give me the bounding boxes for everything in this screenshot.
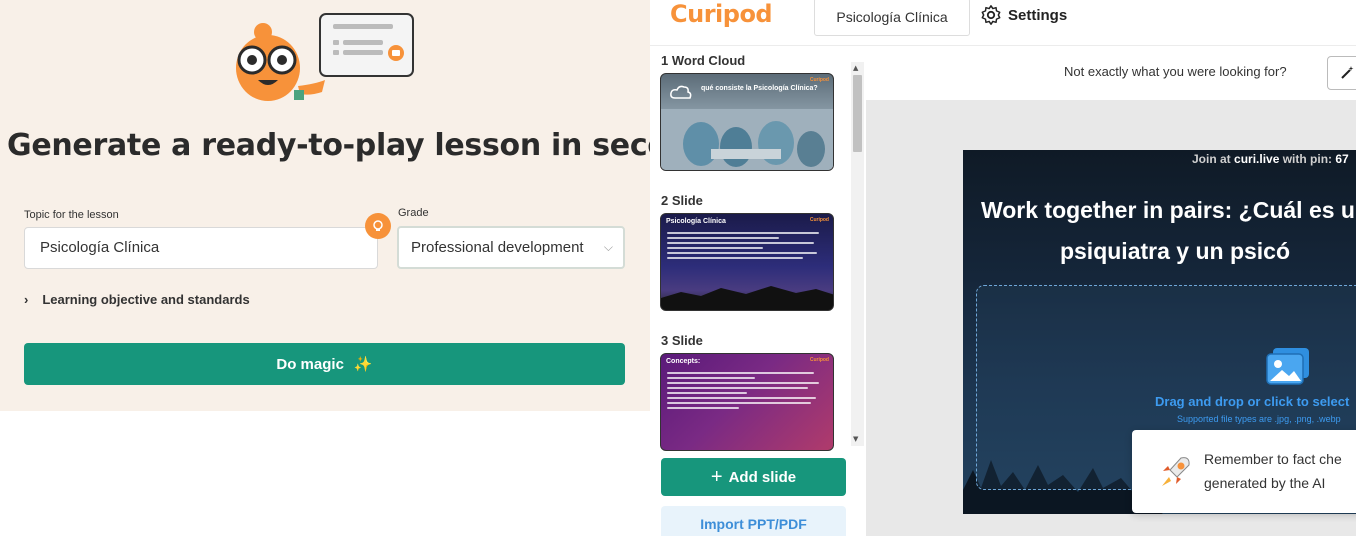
magic-wand-icon [1341,66,1354,79]
slide-2-text-lines [667,232,827,262]
grade-label: Grade [398,207,429,219]
regenerate-prompt: Not exactly what you were looking for? [1064,64,1287,79]
chevron-down-icon: ⌵ [603,240,613,254]
slide-2-label: 2 Slide [661,193,703,208]
page-title: Generate a ready-to-play lesson in secon… [7,128,728,163]
scroll-up-arrow-icon[interactable]: ▲ [853,64,858,72]
lightbulb-icon[interactable] [365,213,391,239]
dropzone-label: Drag and drop or click to select [1155,394,1350,409]
slide-thumbnail-2[interactable]: Psicología Clínica Curipod [660,213,834,311]
objective-label: Learning objective and standards [42,292,250,307]
import-ppt-pdf-button[interactable]: Import PPT/PDF [661,506,846,536]
learning-objective-toggle[interactable]: › Learning objective and standards [24,292,250,307]
join-pin-text: Join at curi.live with pin: 67 [1192,152,1349,166]
rocket-icon [1162,457,1190,486]
slide-2-title: Psicología Clínica [666,218,726,225]
curipod-logo[interactable]: Curipod [670,0,773,28]
do-magic-button[interactable]: Do magic ✨ [24,343,625,385]
magic-button-label: Do magic [276,355,344,373]
slide-3-text-lines [667,372,827,412]
image-upload-icon [1266,348,1309,385]
dropzone-filetypes: Supported file types are .jpg, .png, .we… [1177,414,1341,424]
mascot-illustration [236,13,414,101]
topic-input[interactable]: Psicología Clínica [24,227,378,269]
settings-label: Settings [1008,6,1068,24]
slide-brand: Curipod [809,77,829,83]
toast-message: Remember to fact che generated by the AI [1204,447,1342,495]
slide-brand: Curipod [809,357,829,363]
slide-3-title: Concepts: [666,358,701,365]
topic-label: Topic for the lesson [24,209,119,221]
plus-icon: + [710,465,723,488]
scroll-down-arrow-icon[interactable]: ▼ [853,435,858,443]
toast-line-2: generated by the AI [1204,475,1326,491]
slide-brand: Curipod [809,217,829,223]
slide-thumbnail-3[interactable]: Concepts: Curipod [660,353,834,451]
slide-prompt-title[interactable]: Work together in pairs: ¿Cuál es un psiq… [975,190,1356,272]
settings-button[interactable]: Settings [980,4,1067,26]
slide-1-label: 1 Word Cloud [661,53,746,68]
slide-1-title: qué consiste la Psicología Clínica? [701,85,818,92]
toast-line-1: Remember to fact che [1204,451,1342,467]
gear-icon [981,5,1001,25]
blank-area [0,411,650,536]
scrollbar-thumb[interactable] [853,75,862,152]
mountain-silhouette [661,286,833,310]
cloud-icon [670,85,692,99]
add-slide-button[interactable]: + Add slide [661,458,846,496]
chevron-right-icon: › [24,292,29,307]
add-slide-label: Add slide [728,468,797,486]
surgery-photo [661,109,833,170]
slide-thumbnail-1[interactable]: qué consiste la Psicología Clínica? Curi… [660,73,834,171]
app-header: Curipod Psicología Clínica Settings [650,0,1356,46]
grade-select[interactable]: Professional development ⌵ [397,226,625,269]
sparkles-icon: ✨ [353,356,373,373]
grade-value: Professional development [411,239,584,256]
lesson-title-input[interactable]: Psicología Clínica [814,0,970,36]
slide-3-label: 3 Slide [661,333,703,348]
magic-wand-button[interactable] [1327,56,1356,90]
